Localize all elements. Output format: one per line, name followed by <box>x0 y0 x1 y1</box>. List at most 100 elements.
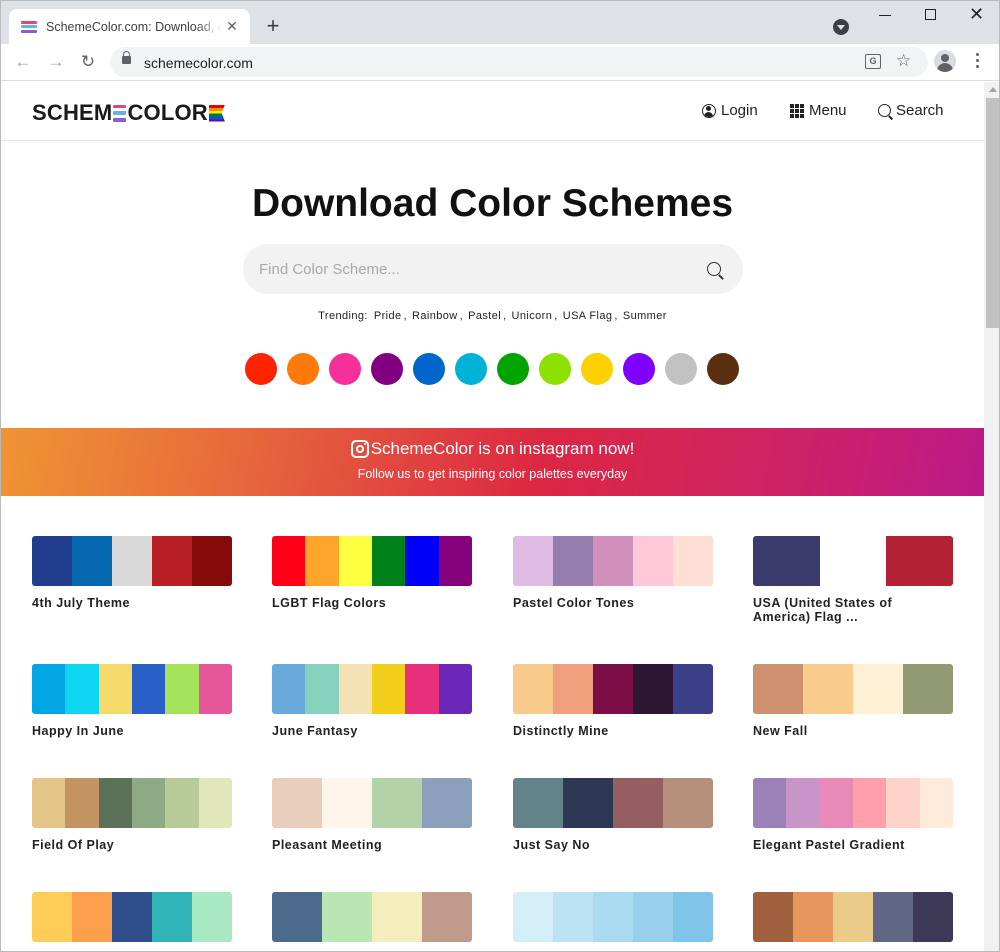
url-text[interactable]: schemecolor.com <box>144 55 253 71</box>
instagram-banner[interactable]: SchemeColor is on instagram now! Follow … <box>1 428 984 496</box>
browser-tab[interactable]: SchemeColor.com: Download, create, edit … <box>9 9 250 44</box>
palette-swatch <box>886 536 953 586</box>
palette-swatches[interactable] <box>272 892 472 942</box>
browser-menu-icon[interactable] <box>976 53 979 68</box>
palette-card[interactable]: Pleasant Meeting <box>272 778 472 852</box>
palette-swatches[interactable] <box>513 536 713 586</box>
color-filter-dot[interactable] <box>623 353 655 385</box>
browser-toolbar: ← → ↻ schemecolor.com G ☆ <box>1 44 999 81</box>
palette-name[interactable]: 4th July Theme <box>32 596 232 610</box>
palette-swatches[interactable] <box>753 778 953 828</box>
palette-swatch <box>852 778 887 828</box>
forward-icon[interactable]: → <box>46 52 66 72</box>
palette-swatch <box>903 664 953 714</box>
palette-card[interactable]: USA (United States of America) Flag ... <box>753 536 953 624</box>
scroll-thumb[interactable] <box>986 98 999 328</box>
bookmark-star-icon[interactable]: ☆ <box>896 51 911 71</box>
palette-card[interactable]: Happy In June <box>32 664 232 738</box>
palette-swatches[interactable] <box>513 664 713 714</box>
color-filter-dot[interactable] <box>581 353 613 385</box>
window-minimize-icon[interactable] <box>879 15 891 16</box>
palette-swatches[interactable] <box>753 536 953 586</box>
back-icon[interactable]: ← <box>13 52 33 72</box>
search-submit-icon[interactable] <box>707 262 721 276</box>
palette-name[interactable]: Elegant Pastel Gradient <box>753 838 953 852</box>
palette-name[interactable]: Just Say No <box>513 838 713 852</box>
color-filter-dot[interactable] <box>287 353 319 385</box>
color-filter-dot[interactable] <box>455 353 487 385</box>
palette-card[interactable]: Elegant Pastel Gradient <box>753 778 953 852</box>
account-avatar-icon[interactable] <box>934 50 956 72</box>
palette-swatches[interactable] <box>513 892 713 942</box>
palette-name[interactable]: Distinctly Mine <box>513 724 713 738</box>
palette-swatches[interactable] <box>272 536 472 586</box>
palette-swatch <box>593 536 633 586</box>
palette-name[interactable]: LGBT Flag Colors <box>272 596 472 610</box>
color-filter-dot[interactable] <box>329 353 361 385</box>
reload-icon[interactable]: ↻ <box>78 52 98 72</box>
nav-menu-label: Menu <box>809 102 847 119</box>
scroll-up-arrow-icon[interactable] <box>989 87 997 92</box>
palette-name[interactable]: New Fall <box>753 724 953 738</box>
palette-swatches[interactable] <box>32 892 232 942</box>
palette-card[interactable]: Distinctly Mine <box>513 664 713 738</box>
palette-swatch <box>32 778 66 828</box>
search-input[interactable] <box>243 244 683 294</box>
palette-card[interactable]: Pastel Color Tones <box>513 536 713 610</box>
trending-link-rainbow[interactable]: Rainbow <box>412 310 458 322</box>
palette-swatch <box>553 536 593 586</box>
site-logo[interactable]: SCHEM COLOR <box>32 100 225 126</box>
palette-name[interactable]: Field Of Play <box>32 838 232 852</box>
palette-name[interactable]: Happy In June <box>32 724 232 738</box>
tab-search-dropdown-icon[interactable] <box>833 19 849 35</box>
color-filter-dot[interactable] <box>539 353 571 385</box>
nav-login[interactable]: Login <box>702 102 758 119</box>
palette-swatches[interactable] <box>272 664 472 714</box>
address-bar[interactable]: schemecolor.com G ☆ <box>110 47 928 77</box>
palette-swatches[interactable] <box>32 664 232 714</box>
palette-card[interactable] <box>272 892 472 942</box>
window-maximize-icon[interactable] <box>925 9 936 20</box>
palette-swatch <box>786 778 820 828</box>
palette-name[interactable]: June Fantasy <box>272 724 472 738</box>
new-tab-button[interactable]: + <box>263 15 283 37</box>
palette-swatch <box>165 778 199 828</box>
palette-swatch <box>72 536 112 586</box>
palette-swatches[interactable] <box>32 536 232 586</box>
translate-icon[interactable]: G <box>865 54 881 69</box>
palette-name[interactable]: Pleasant Meeting <box>272 838 472 852</box>
palette-swatches[interactable] <box>513 778 713 828</box>
trending-link-unicorn[interactable]: Unicorn <box>512 310 553 322</box>
palette-card[interactable] <box>32 892 232 942</box>
color-filter-dot[interactable] <box>245 353 277 385</box>
palette-swatches[interactable] <box>32 778 232 828</box>
trending-link-summer[interactable]: Summer <box>623 310 667 322</box>
page-scrollbar[interactable] <box>984 82 999 951</box>
trending-link-pastel[interactable]: Pastel <box>468 310 501 322</box>
color-filter-dot[interactable] <box>413 353 445 385</box>
palette-name[interactable]: Pastel Color Tones <box>513 596 713 610</box>
color-filter-dot[interactable] <box>707 353 739 385</box>
palette-card[interactable]: LGBT Flag Colors <box>272 536 472 610</box>
palette-card[interactable]: Field Of Play <box>32 778 232 852</box>
window-close-icon[interactable]: ✕ <box>969 4 984 24</box>
color-filter-dot[interactable] <box>665 353 697 385</box>
palette-card[interactable]: 4th July Theme <box>32 536 232 610</box>
trending-link-pride[interactable]: Pride <box>374 310 402 322</box>
palette-swatch <box>563 778 613 828</box>
palette-swatches[interactable] <box>753 892 953 942</box>
nav-search[interactable]: Search <box>878 102 944 119</box>
tab-close-icon[interactable]: ✕ <box>224 18 240 35</box>
palette-card[interactable] <box>513 892 713 942</box>
color-filter-dot[interactable] <box>497 353 529 385</box>
trending-link-usa-flag[interactable]: USA Flag <box>563 310 613 322</box>
palette-card[interactable]: New Fall <box>753 664 953 738</box>
palette-card[interactable]: Just Say No <box>513 778 713 852</box>
nav-menu[interactable]: Menu <box>790 102 847 119</box>
palette-name[interactable]: USA (United States of America) Flag ... <box>753 596 953 624</box>
palette-card[interactable]: June Fantasy <box>272 664 472 738</box>
color-filter-dot[interactable] <box>371 353 403 385</box>
palette-swatches[interactable] <box>753 664 953 714</box>
palette-swatches[interactable] <box>272 778 472 828</box>
palette-card[interactable] <box>753 892 953 942</box>
